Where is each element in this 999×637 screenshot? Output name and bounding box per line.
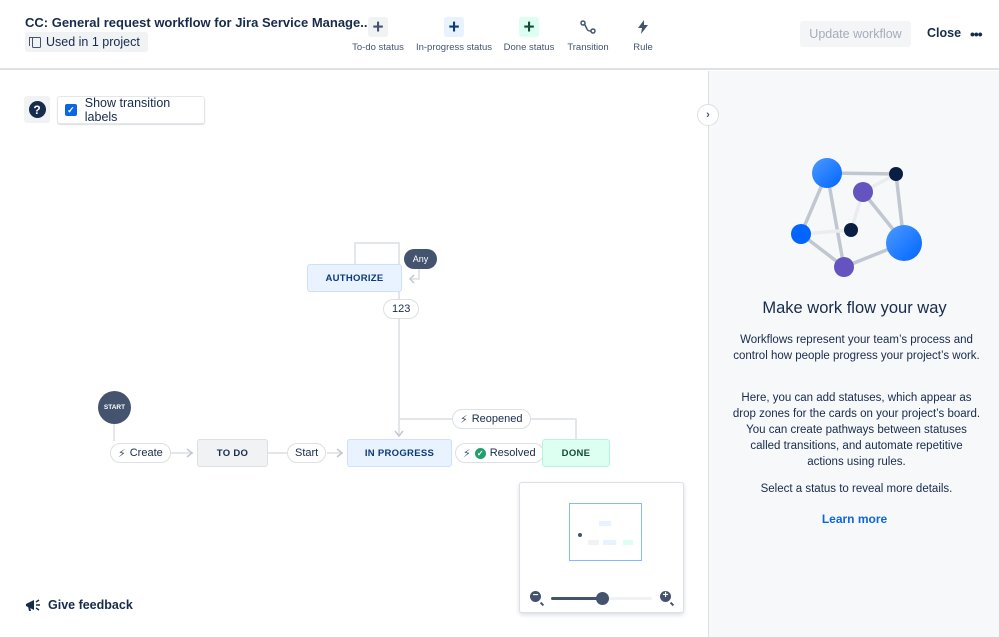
used-in-projects-badge[interactable]: Used in 1 project (25, 32, 148, 52)
minimap-start-dot (578, 533, 582, 537)
status-todo[interactable]: TO DO (197, 439, 268, 467)
bolt-icon (633, 17, 653, 37)
tool-label: Transition (567, 42, 609, 53)
network-illustration (791, 158, 922, 277)
info-panel: Make work flow your way Workflows repres… (708, 71, 999, 637)
copy-icon (29, 36, 41, 48)
tool-label: Rule (633, 42, 653, 53)
plus-icon: + (444, 17, 464, 37)
transition-start[interactable]: Start (287, 443, 327, 463)
panel-paragraph-3: Select a status to reveal more details. (760, 483, 953, 495)
workflow-canvas[interactable]: ? ✓ Show transition labels AUTHORIZE Any… (0, 71, 708, 637)
more-options-button[interactable]: ••• (970, 26, 983, 42)
start-node[interactable]: START (98, 391, 131, 424)
check-circle-icon: ✓ (474, 447, 486, 459)
minimap[interactable]: − + (519, 482, 684, 613)
give-feedback-button[interactable]: Give feedback (25, 598, 133, 612)
minimap-authorize (599, 521, 611, 526)
zoom-controls: − + (530, 590, 676, 606)
zoom-slider-fill (551, 597, 602, 600)
zoom-in-icon[interactable]: + (660, 591, 671, 602)
transition-label: Start (295, 447, 319, 459)
zoom-out-icon[interactable]: − (530, 591, 541, 602)
megaphone-icon (26, 599, 40, 611)
feedback-label: Give feedback (48, 598, 133, 612)
panel-title: Make work flow your way (762, 299, 947, 317)
any-transition-badge[interactable]: Any (404, 249, 437, 269)
transition-label: Resolved (489, 447, 536, 459)
panel-paragraph-1: Workflows represent your team’s process … (733, 334, 980, 362)
used-in-label: Used in 1 project (46, 35, 140, 49)
transition-reopened[interactable]: ⚡︎ Reopened (452, 409, 531, 429)
tool-label: To-do status (352, 42, 404, 53)
bolt-icon: ⚡︎ (463, 447, 471, 460)
transition-label: 123 (392, 303, 411, 315)
tool-label: Done status (503, 42, 555, 53)
workflow-title: CC: General request workflow for Jira Se… (25, 15, 372, 30)
bolt-icon: ⚡︎ (460, 413, 468, 426)
tool-label: In-progress status (415, 42, 493, 53)
transition-create[interactable]: ⚡︎ Create (110, 443, 171, 463)
plus-icon: + (519, 17, 539, 37)
add-transition-button[interactable]: Transition (561, 17, 615, 53)
bolt-icon: ⚡︎ (118, 447, 126, 460)
toolbar: + To-do status + In-progress status + Do… (345, 17, 671, 53)
minimap-todo (588, 540, 599, 545)
plus-icon: + (368, 17, 388, 37)
learn-more-link[interactable]: Learn more (709, 512, 999, 526)
transition-icon (578, 17, 598, 37)
update-workflow-button[interactable]: Update workflow (800, 21, 911, 47)
status-done[interactable]: DONE (542, 439, 610, 467)
transition-label: Create (129, 447, 163, 459)
zoom-slider[interactable] (551, 592, 652, 605)
transition-resolved[interactable]: ⚡︎ ✓ Resolved (455, 443, 544, 463)
status-authorize[interactable]: AUTHORIZE (307, 264, 402, 292)
minimap-done (623, 540, 633, 545)
transition-label: Reopened (471, 413, 523, 425)
add-rule-button[interactable]: Rule (615, 17, 671, 53)
status-in-progress[interactable]: IN PROGRESS (347, 439, 452, 467)
close-button[interactable]: Close (927, 26, 961, 40)
zoom-slider-thumb[interactable] (595, 592, 609, 605)
minimap-inprogress (603, 540, 616, 545)
panel-paragraph-2: Here, you can add statuses, which appear… (732, 392, 981, 468)
transition-123[interactable]: 123 (383, 299, 420, 319)
collapse-panel-button[interactable]: › (697, 104, 719, 126)
minimap-viewport[interactable] (569, 503, 642, 561)
add-done-status-button[interactable]: + Done status (497, 17, 561, 53)
add-todo-status-button[interactable]: + To-do status (345, 17, 411, 53)
header: CC: General request workflow for Jira Se… (0, 0, 999, 70)
add-inprogress-status-button[interactable]: + In-progress status (411, 17, 497, 53)
